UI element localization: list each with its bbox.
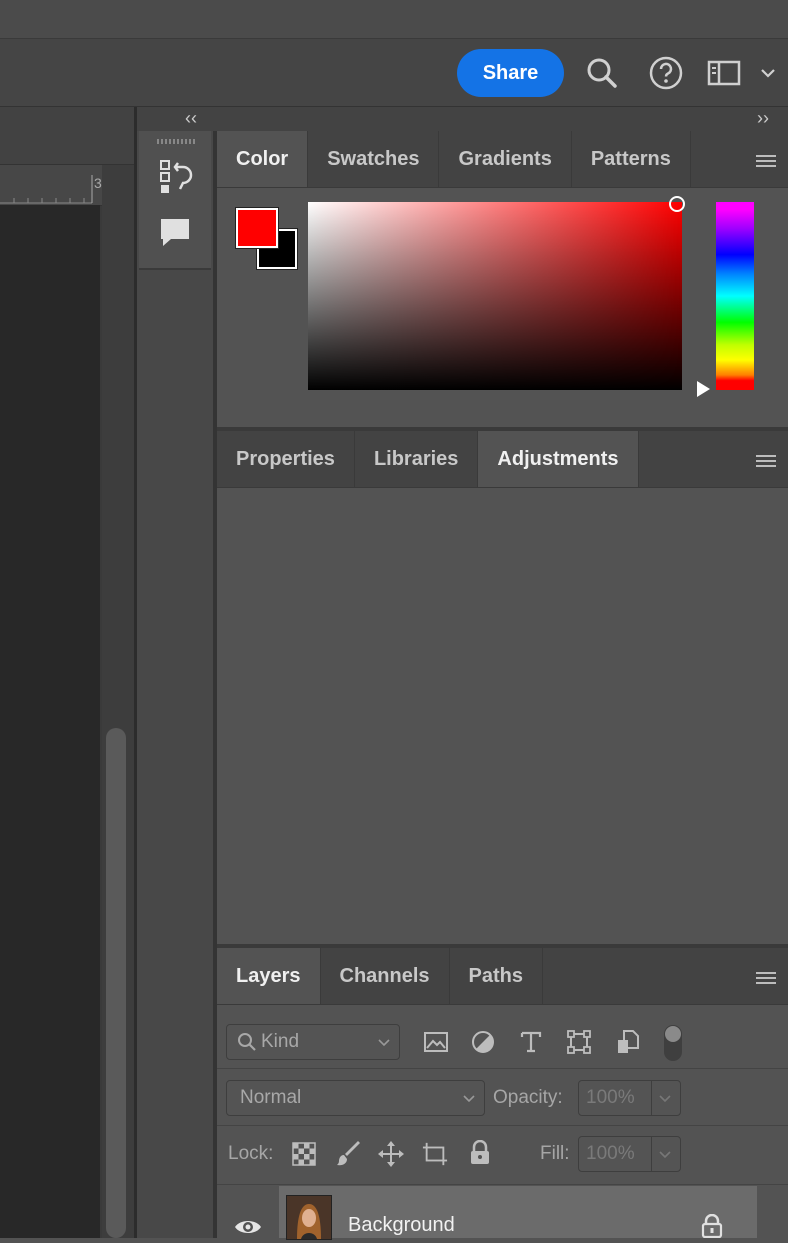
panel-menu-icon[interactable] [756,969,776,987]
color-picker-field[interactable] [308,202,682,390]
chevron-down-icon [463,1095,475,1103]
lock-position-icon[interactable] [378,1141,404,1167]
search-icon[interactable] [584,55,620,91]
title-bar [0,0,788,39]
smart-object-filter-icon[interactable] [615,1029,641,1055]
tab-paths[interactable]: Paths [450,948,543,1004]
tab-libraries[interactable]: Libraries [355,431,479,487]
opacity-value: 100% [586,1087,635,1108]
row-separator [217,1184,788,1185]
hue-slider-marker-icon[interactable] [697,381,710,397]
comment-icon[interactable] [159,217,191,254]
lock-transparent-pixels-icon[interactable] [291,1141,317,1167]
lock-all-icon[interactable] [467,1140,493,1166]
opacity-field[interactable]: 100% [578,1080,681,1116]
filter-kind-label: Kind [261,1031,300,1052]
adjustments-panel-tabs: Properties Libraries Adjustments [217,431,788,488]
ruler-tick-label: 3 [94,175,102,191]
foreground-color-swatch[interactable] [236,208,278,248]
layer-filter-kind[interactable]: Kind [226,1024,400,1060]
dock-panel-group [139,131,211,270]
shape-layer-filter-icon[interactable] [566,1029,592,1055]
collapse-left-icon[interactable]: ‹‹ [185,108,197,129]
field-divider [651,1137,652,1171]
expand-right-icon[interactable]: ›› [757,108,769,129]
help-icon[interactable] [648,55,684,91]
lock-artboard-icon[interactable] [422,1141,448,1167]
tab-patterns[interactable]: Patterns [572,131,691,187]
panel-collapse-strip: ‹‹ ›› [137,107,788,132]
horizontal-ruler: 3 [0,165,102,206]
tab-adjustments[interactable]: Adjustments [478,431,639,487]
eye-icon[interactable] [234,1217,262,1242]
search-icon [238,1033,256,1051]
hue-slider[interactable] [716,202,754,390]
chevron-down-icon[interactable] [658,1094,672,1104]
layers-panel-tabs: Layers Channels Paths [217,948,788,1005]
share-button[interactable]: Share [457,49,564,97]
scrollbar-thumb[interactable] [106,728,126,1238]
color-panel-tabs: Color Swatches Gradients Patterns [217,131,788,188]
layers-scroll-gutter [757,1186,788,1238]
blend-mode-value: Normal [240,1087,302,1108]
panel-menu-icon[interactable] [756,152,776,170]
tab-swatches[interactable]: Swatches [308,131,440,187]
row-separator [217,1068,788,1069]
type-layer-filter-icon[interactable] [518,1029,544,1055]
row-separator [217,1125,788,1126]
filter-toggle-knob [665,1026,681,1042]
icon-dock [137,131,215,1238]
layer-thumbnail [286,1195,332,1240]
tab-color[interactable]: Color [217,131,309,187]
lock-icon [701,1213,723,1243]
tab-gradients[interactable]: Gradients [439,131,572,187]
fill-value: 100% [586,1143,635,1164]
blend-mode-select[interactable]: Normal [226,1080,485,1116]
adjustment-layer-filter-icon[interactable] [470,1029,496,1055]
tab-layers[interactable]: Layers [217,948,321,1004]
workspace-icon[interactable] [706,55,742,91]
adjustments-panel: Properties Libraries Adjustments [217,431,788,944]
canvas[interactable] [0,205,100,1238]
chevron-down-icon[interactable] [658,1150,672,1160]
document-tab-strip [0,107,134,165]
layer-name[interactable]: Background [348,1214,455,1237]
field-divider [651,1081,652,1115]
color-picker-marker[interactable] [669,196,685,212]
grip-handle[interactable] [157,139,195,144]
tab-properties[interactable]: Properties [217,431,355,487]
lock-label: Lock: [228,1143,274,1164]
opacity-label: Opacity: [493,1087,563,1108]
lock-image-pixels-icon[interactable] [336,1141,362,1167]
fill-label: Fill: [540,1143,570,1164]
chevron-down-icon [378,1039,390,1047]
tab-channels[interactable]: Channels [321,948,450,1004]
history-icon[interactable] [159,159,193,200]
chevron-down-icon[interactable] [752,55,784,91]
panel-menu-icon[interactable] [756,452,776,470]
pixel-layer-filter-icon[interactable] [423,1029,449,1055]
filter-toggle[interactable] [664,1025,682,1061]
fill-field[interactable]: 100% [578,1136,681,1172]
